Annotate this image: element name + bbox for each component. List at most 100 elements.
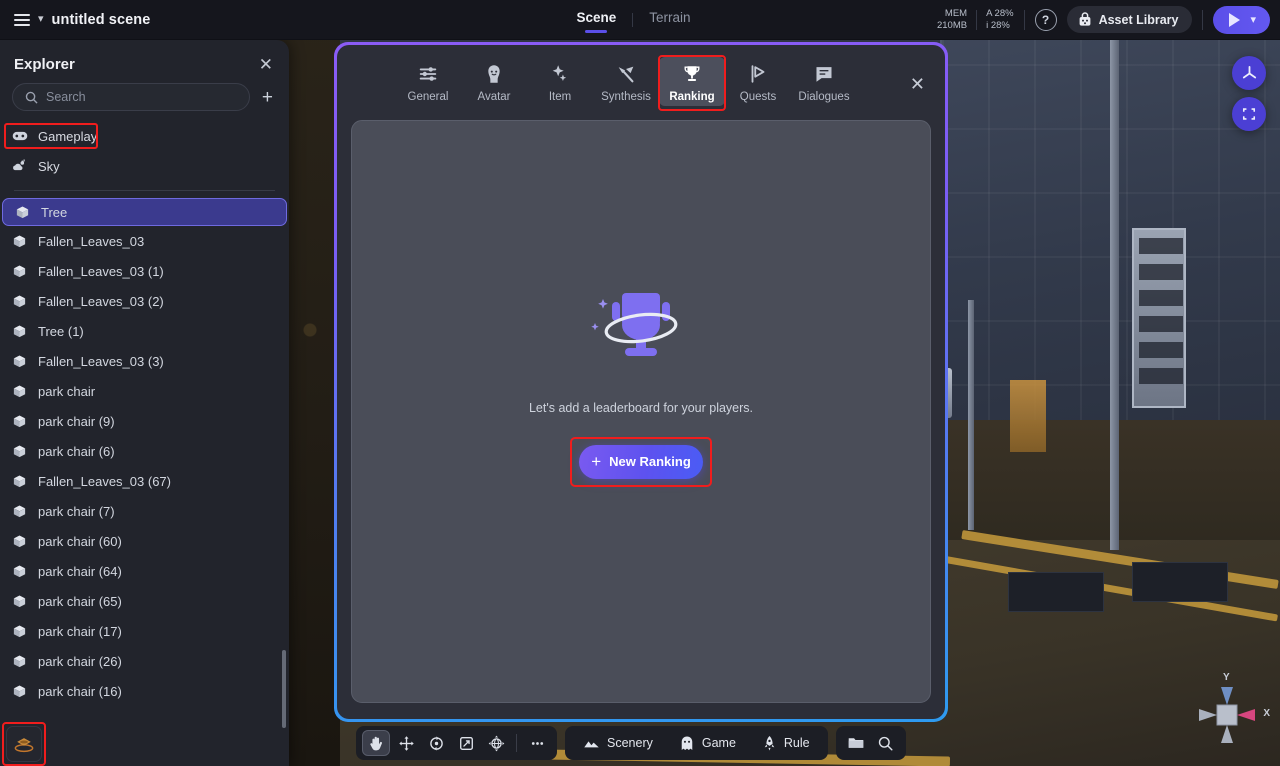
cube-icon	[13, 595, 26, 607]
universal-tool-button[interactable]	[482, 730, 510, 756]
list-item[interactable]: park chair (26)	[0, 646, 289, 676]
search-input[interactable]	[46, 90, 237, 104]
refresh-corners-icon	[1242, 108, 1256, 120]
divider	[976, 9, 978, 30]
list-item[interactable]: park chair (60)	[0, 526, 289, 556]
ghost-icon	[681, 736, 693, 750]
move-tool-button[interactable]	[392, 730, 420, 756]
new-ranking-button[interactable]: + New Ranking	[579, 444, 703, 479]
list-item-label: park chair (26)	[38, 653, 122, 669]
list-item-label: park chair (16)	[38, 683, 122, 699]
tab-label: Quests	[739, 91, 777, 103]
tab-avatar[interactable]: Avatar	[461, 57, 527, 106]
rotate-tool-button[interactable]	[422, 730, 450, 756]
tab-item[interactable]: Item	[527, 57, 593, 106]
list-item[interactable]: Fallen_Leaves_03	[0, 226, 289, 256]
utilities-group	[835, 726, 906, 760]
gizmo-y-label: Y	[1223, 672, 1230, 683]
modal-tab-bar: General Avatar Item Synthesis Ranking Qu…	[337, 45, 945, 114]
list-item[interactable]: Fallen_Leaves_03 (3)	[0, 346, 289, 376]
list-item[interactable]: park chair (9)	[0, 406, 289, 436]
sidebar-item-label: Sky	[38, 158, 60, 174]
plus-icon[interactable]: +	[258, 88, 277, 107]
list-item-selected[interactable]: Tree	[2, 198, 287, 226]
axis-pivot-button[interactable]	[1232, 56, 1266, 90]
tab-quests[interactable]: Quests	[725, 57, 791, 106]
speech-bubble-icon	[813, 62, 835, 86]
list-item[interactable]: park chair	[0, 376, 289, 406]
tab-general[interactable]: General	[395, 57, 461, 106]
list-item[interactable]: park chair (65)	[0, 586, 289, 616]
sidebar-item-gameplay[interactable]: Gameplay	[0, 121, 289, 151]
modal-inner: General Avatar Item Synthesis Ranking Qu…	[337, 45, 945, 719]
tab-dialogues[interactable]: Dialogues	[791, 57, 857, 106]
plus-icon: +	[591, 451, 602, 471]
tab-synthesis[interactable]: Synthesis	[593, 57, 659, 106]
search-field[interactable]	[12, 83, 250, 111]
tab-label: Avatar	[477, 91, 511, 103]
question-mark-icon[interactable]: ?	[1034, 8, 1057, 31]
list-item-label: Fallen_Leaves_03 (2)	[38, 293, 164, 309]
park-bench	[1008, 572, 1104, 612]
layers-icon	[14, 738, 34, 753]
rocket-icon	[764, 735, 775, 750]
list-item[interactable]: Tree (1)	[0, 316, 289, 346]
tab-terrain[interactable]: Terrain	[633, 6, 706, 33]
list-item[interactable]: park chair (64)	[0, 556, 289, 586]
close-icon[interactable]: ✕	[257, 56, 275, 73]
cube-icon	[13, 265, 26, 277]
list-item[interactable]: Fallen_Leaves_03 (67)	[0, 466, 289, 496]
scene-crate	[1010, 380, 1046, 452]
sync-view-button[interactable]	[1232, 97, 1266, 131]
scale-arrow-icon	[459, 736, 473, 750]
ellipsis-icon	[531, 741, 543, 745]
rule-button[interactable]: Rule	[750, 730, 822, 756]
play-button-group[interactable]: ▾	[1213, 5, 1270, 34]
sidebar-item-sky[interactable]: Sky	[0, 151, 289, 181]
hand-tool-button[interactable]	[362, 730, 390, 756]
move-arrows-icon	[398, 735, 414, 751]
chevron-down-icon[interactable]: ▾	[38, 14, 44, 25]
search-button[interactable]	[872, 730, 900, 756]
list-item[interactable]: park chair (17)	[0, 616, 289, 646]
axis-gizmo[interactable]: Y X	[1184, 672, 1270, 758]
cube-icon	[13, 385, 26, 397]
new-ranking-label: New Ranking	[609, 454, 691, 469]
list-item[interactable]: park chair (16)	[0, 676, 289, 706]
game-label: Game	[701, 736, 736, 750]
asset-library-button[interactable]: Asset Library	[1066, 6, 1193, 33]
play-triangle-icon[interactable]	[1229, 12, 1241, 27]
list-item[interactable]: park chair (6)	[0, 436, 289, 466]
gizmo-axes	[1199, 687, 1255, 743]
list-item-label: Fallen_Leaves_03	[38, 233, 145, 249]
list-item[interactable]: Fallen_Leaves_03 (2)	[0, 286, 289, 316]
asset-library-label: Asset Library	[1098, 12, 1179, 27]
list-item-label: Fallen_Leaves_03 (3)	[38, 353, 164, 369]
mem-label: MEM	[944, 8, 968, 19]
explorer-object-list[interactable]: Tree Fallen_Leaves_03 Fallen_Leaves_03 (1)…	[0, 198, 289, 766]
close-icon[interactable]: ✕	[910, 75, 925, 93]
folder-button[interactable]	[842, 730, 870, 756]
list-item[interactable]: park chair (7)	[0, 496, 289, 526]
explorer-system-rows: Gameplay Sky	[0, 121, 289, 181]
tab-scene[interactable]: Scene	[560, 6, 632, 33]
list-item-label: park chair (6)	[38, 443, 115, 459]
hand-icon	[369, 736, 382, 750]
chevron-down-icon[interactable]: ▾	[1250, 13, 1266, 26]
scenery-button[interactable]: Scenery	[571, 730, 665, 756]
tab-ranking[interactable]: Ranking	[658, 55, 726, 111]
tab-label: Ranking	[669, 91, 715, 103]
cube-icon	[13, 445, 26, 457]
top-toolbar: ▾ untitled scene Scene Terrain MEM 210MB…	[0, 0, 1280, 40]
hamburger-icon[interactable]	[14, 13, 30, 26]
search-icon	[878, 736, 893, 751]
tab-label: Item	[548, 91, 572, 103]
list-item[interactable]: Fallen_Leaves_03 (1)	[0, 256, 289, 286]
explorer-scrollbar[interactable]	[282, 650, 286, 728]
list-item-label: park chair (17)	[38, 623, 122, 639]
more-tools-button[interactable]	[523, 730, 551, 756]
topbar-left: ▾ untitled scene	[0, 12, 330, 28]
game-button[interactable]: Game	[667, 730, 748, 756]
layers-button[interactable]	[6, 726, 42, 762]
scale-tool-button[interactable]	[452, 730, 480, 756]
